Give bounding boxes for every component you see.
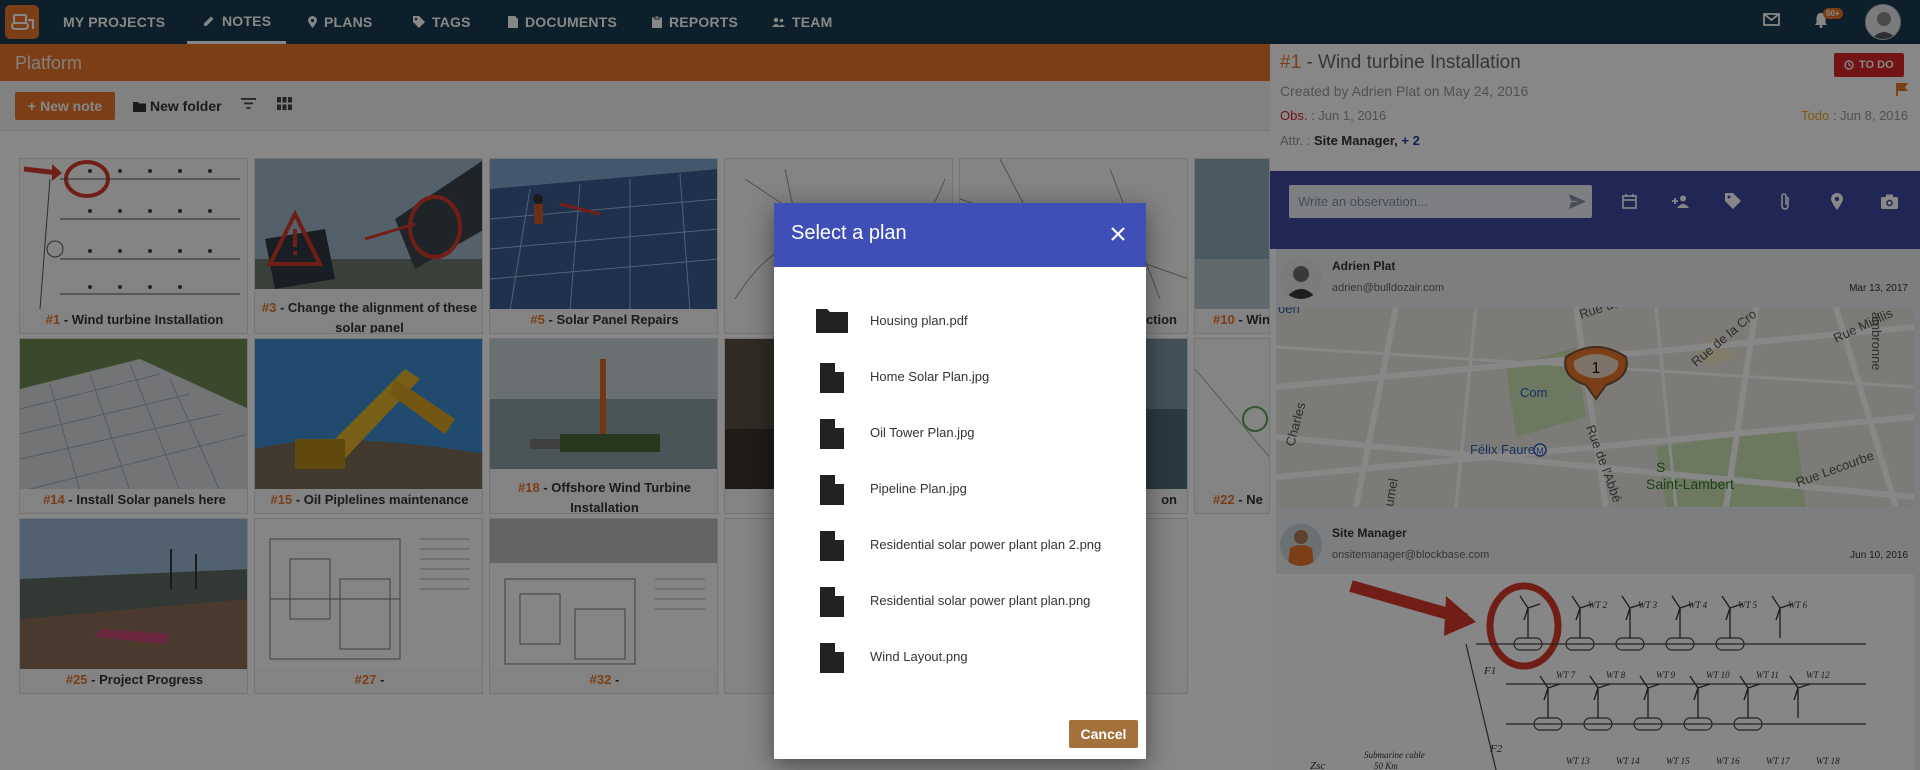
file-icon bbox=[820, 363, 844, 393]
plan-name: Housing plan.pdf bbox=[870, 313, 968, 328]
plan-item[interactable]: Pipeline Plan.jpg bbox=[774, 461, 1146, 517]
plan-item[interactable]: Home Solar Plan.jpg bbox=[774, 349, 1146, 405]
plan-item[interactable]: Housing plan.pdf bbox=[774, 293, 1146, 349]
select-plan-dialog: Select a plan Housing plan.pdf Home Sola… bbox=[774, 203, 1146, 759]
plan-item[interactable]: Wind Layout.png bbox=[774, 629, 1146, 685]
plan-name: Residential solar power plant plan 2.png bbox=[870, 537, 1102, 552]
file-icon bbox=[820, 643, 844, 673]
plan-item[interactable]: Oil Tower Plan.jpg bbox=[774, 405, 1146, 461]
folder-icon bbox=[816, 309, 848, 333]
cancel-button[interactable]: Cancel bbox=[1069, 720, 1138, 748]
file-icon bbox=[820, 475, 844, 505]
file-icon bbox=[820, 531, 844, 561]
close-icon[interactable] bbox=[1107, 223, 1129, 245]
plan-item[interactable]: Residential solar power plant plan.png bbox=[774, 573, 1146, 629]
file-icon bbox=[820, 419, 844, 449]
plan-name: Wind Layout.png bbox=[870, 649, 968, 664]
dialog-title: Select a plan bbox=[791, 222, 907, 244]
plan-name: Pipeline Plan.jpg bbox=[870, 481, 967, 496]
file-icon bbox=[820, 587, 844, 617]
plan-name: Oil Tower Plan.jpg bbox=[870, 425, 975, 440]
plan-item[interactable]: Residential solar power plant plan 2.png bbox=[774, 517, 1146, 573]
dialog-header: Select a plan bbox=[774, 203, 1146, 267]
plan-name: Home Solar Plan.jpg bbox=[870, 369, 990, 384]
plan-name: Residential solar power plant plan.png bbox=[870, 593, 1091, 608]
